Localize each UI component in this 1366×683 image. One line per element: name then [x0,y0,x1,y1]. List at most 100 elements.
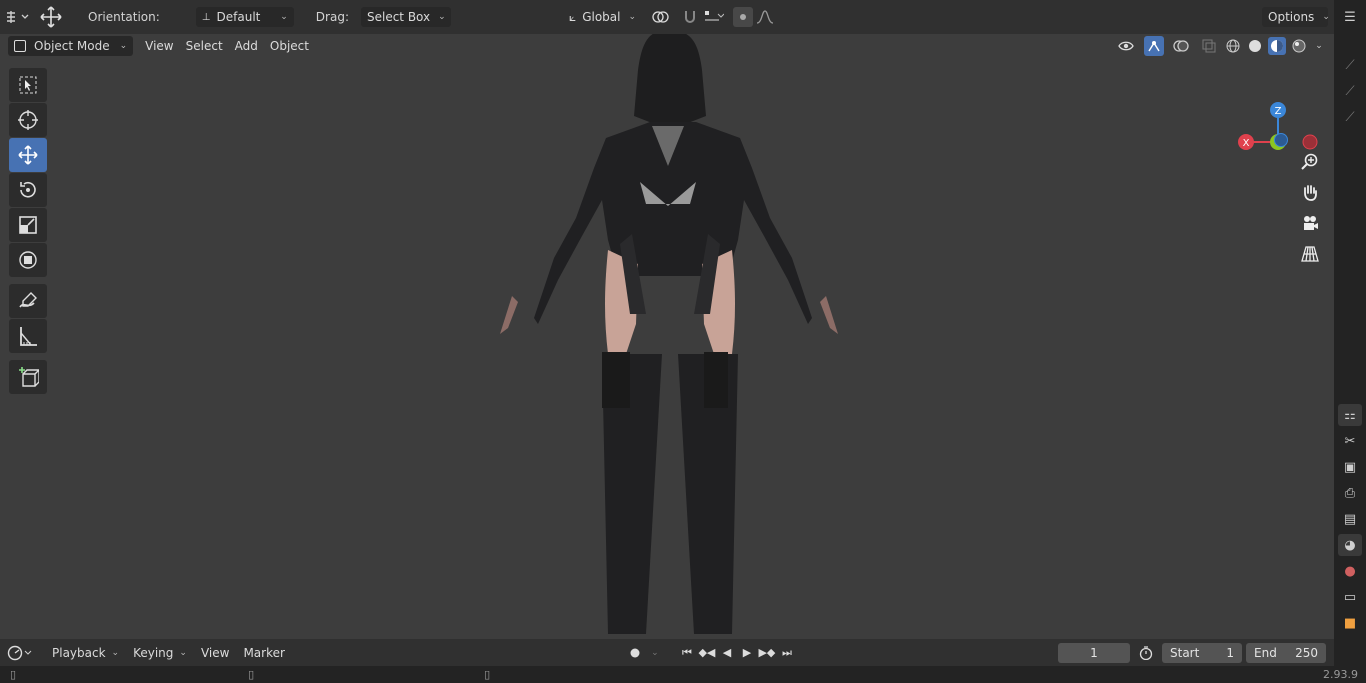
transform-space-dropdown[interactable]: ⟀ Global ⌄ [562,7,641,27]
editor-type-icon[interactable] [0,5,34,29]
tool-shelf [9,68,49,395]
tool-properties-icon[interactable]: ✂ [1338,430,1362,452]
solid-shading-icon[interactable] [1246,37,1264,55]
chevron-down-icon: ⌄ [179,647,187,658]
gizmo-toggle-icon[interactable] [1144,36,1164,56]
move-tool-button[interactable] [9,138,47,172]
menu-add[interactable]: Add [229,39,264,53]
world-properties-icon[interactable]: ● [1338,560,1362,582]
timeline-header: Playback ⌄ Keying ⌄ View Marker ⌄ ⏮ ◆◀ ◀… [0,639,1334,666]
options-dropdown[interactable]: Options ⌄ [1262,7,1330,27]
overlays-icon[interactable] [1168,34,1194,58]
current-frame-field[interactable]: 1 [1058,642,1130,663]
chevron-down-icon[interactable]: ⌄ [1312,34,1326,58]
mouse-left-icon: ▯ [10,668,17,681]
play-reverse-icon[interactable]: ◀ [717,643,737,663]
menu-object[interactable]: Object [264,39,315,53]
pan-hand-icon[interactable] [1298,180,1322,204]
drag-label: Drag: [315,10,349,24]
end-label: End [1254,645,1277,660]
jump-to-keyframe-prev-icon[interactable]: ◆◀ [697,643,717,663]
wireframe-shading-icon[interactable] [1224,37,1242,55]
visibility-eye-icon[interactable] [1112,34,1140,58]
jump-to-end-icon[interactable]: ⏭ [777,643,797,663]
scale-tool-icon[interactable] [9,208,47,242]
timeline-menu-view[interactable]: View [195,646,235,660]
options-label: Options [1268,10,1315,24]
annotate-tool-icon[interactable] [9,284,47,318]
play-icon[interactable]: ▶ [737,643,757,663]
transform-space-icon: ⟀ [568,9,577,24]
timeline-menu-marker[interactable]: Marker [237,646,290,660]
orientation-axis-icon: ⊥ [201,11,211,23]
3d-viewport[interactable]: Object Mode ⌄ View Select Add Object ⌄ Z… [0,34,1334,639]
outliner-pin-icon: ⟋ [1345,109,1355,125]
xray-toggle-icon[interactable] [1198,34,1220,58]
transform-space-value: Global [582,10,621,24]
cursor-tool-icon[interactable] [9,103,47,137]
object-mode-label: Object Mode [34,39,110,53]
object-mode-icon [14,40,26,52]
properties-editor-icon[interactable]: ⚏ [1338,404,1362,426]
material-preview-shading-icon[interactable] [1268,37,1286,55]
object-mode-dropdown[interactable]: Object Mode ⌄ [8,36,134,56]
drag-dropdown[interactable]: Select Box ⌄ [360,7,451,27]
move-tool-icon[interactable] [34,5,68,29]
outliner-pin-icon: ⟋ [1345,57,1355,73]
scene-properties-icon[interactable]: ◕ [1338,534,1362,556]
select-box-tool-icon[interactable] [9,68,47,102]
transform-tool-icon[interactable] [9,243,47,277]
timeline-editor-type-icon[interactable] [0,641,40,665]
proportional-edit-icon[interactable] [732,7,753,27]
neg-x-axis-handle [1302,134,1318,150]
add-cube-tool-icon[interactable] [9,360,47,394]
object-properties-icon[interactable]: ■ [1338,612,1362,634]
chevron-down-icon: ⌄ [111,647,120,658]
z-axis-label: Z [1275,106,1282,117]
chevron-down-icon[interactable]: ⌄ [645,643,665,663]
start-frame-field[interactable]: Start 1 [1162,642,1242,663]
stopwatch-icon[interactable] [1134,643,1158,663]
measure-tool-icon[interactable] [9,319,47,353]
keying-label: Keying [133,645,174,660]
rotate-tool-icon[interactable] [9,173,47,207]
keying-menu[interactable]: Keying ⌄ [127,642,193,663]
playback-menu[interactable]: Playback ⌄ [46,642,126,663]
chevron-down-icon: ⌄ [1322,12,1330,22]
end-value: 250 [1295,645,1318,660]
outliner-icon[interactable]: ☰ [1338,6,1362,28]
properties-sidebar: ☰ ⟋ ⟋ ⟋ ⚏ ✂ ▣ ⎙ ▤ ◕ ● ▭ ■ [1334,0,1366,683]
start-value: 1 [1226,645,1234,660]
falloff-curve-icon[interactable] [753,5,777,29]
camera-view-icon[interactable] [1298,211,1322,235]
orientation-dropdown[interactable]: ⊥ Default ⌄ [195,7,294,27]
end-frame-field[interactable]: End 250 [1246,642,1326,663]
chevron-down-icon: ⌄ [628,12,637,22]
pivot-point-icon[interactable] [647,5,679,29]
move-arrows-icon [18,145,38,165]
character-model[interactable] [490,34,850,639]
jump-to-keyframe-next-icon[interactable]: ▶◆ [757,643,777,663]
render-properties-icon[interactable]: ▣ [1338,456,1362,478]
perspective-grid-icon[interactable] [1298,242,1322,266]
auto-keying-record-icon[interactable] [625,643,645,663]
mouse-middle-icon: ▯ [248,668,255,681]
collection-properties-icon[interactable]: ▭ [1338,586,1362,608]
view-layer-properties-icon[interactable]: ▤ [1338,508,1362,530]
jump-to-start-icon[interactable]: ⏮ [677,643,697,663]
zoom-icon[interactable] [1298,150,1322,174]
rendered-shading-icon[interactable] [1290,37,1308,55]
mouse-right-icon: ▯ [484,668,491,681]
start-label: Start [1170,645,1200,660]
output-properties-icon[interactable]: ⎙ [1338,482,1362,504]
snap-icon[interactable] [679,5,701,29]
neg-z-axis-handle[interactable] [1274,133,1288,147]
menu-view[interactable]: View [139,39,179,53]
snap-target-icon[interactable] [701,5,727,29]
chevron-down-icon: ⌄ [438,12,446,22]
menu-select[interactable]: Select [180,39,229,53]
tool-settings-bar: Orientation: ⊥ Default ⌄ Drag: Select Bo… [0,0,1334,34]
orientation-label: Orientation: [88,10,160,24]
status-bar: ▯ ▯ ▯ 2.93.9 [0,666,1366,683]
playback-label: Playback [52,645,106,660]
